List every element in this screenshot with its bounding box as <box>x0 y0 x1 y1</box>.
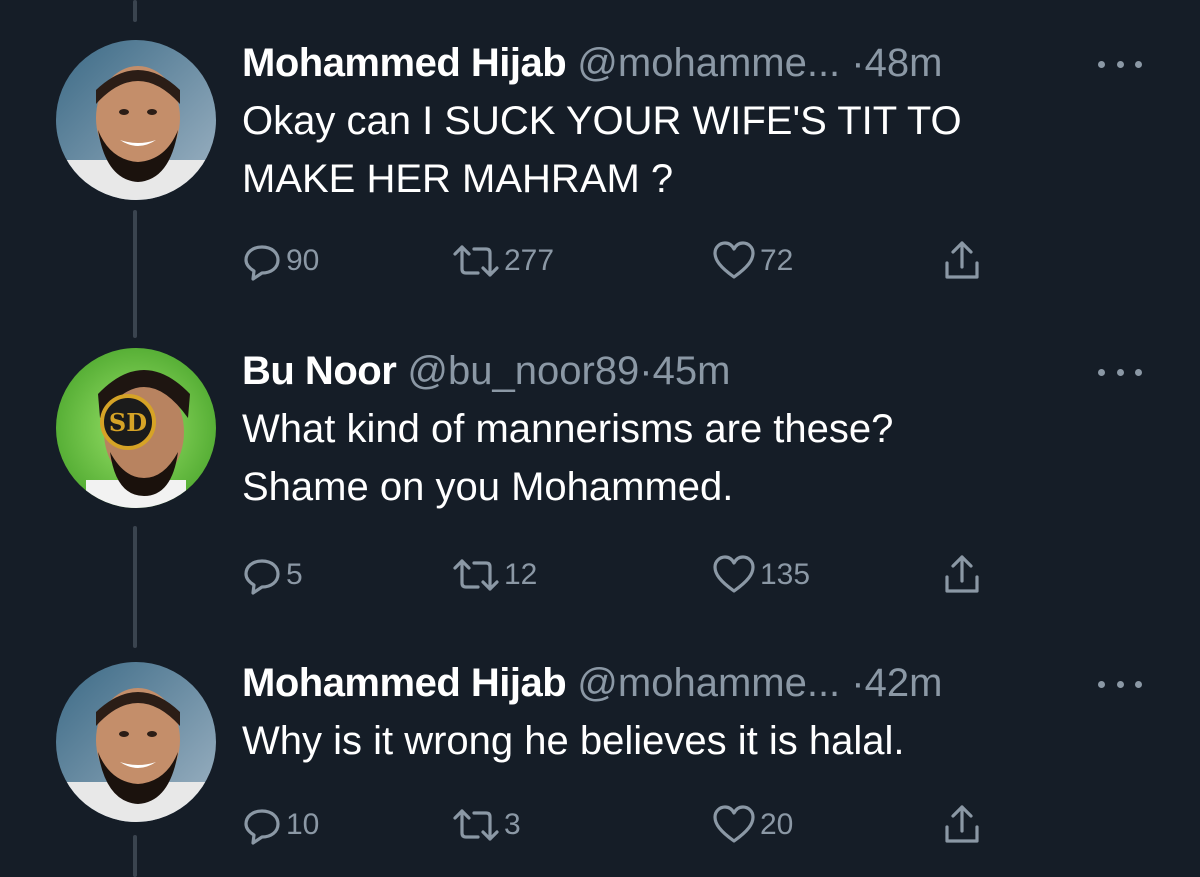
share-icon <box>945 241 979 279</box>
more-options-icon[interactable] <box>1098 54 1142 74</box>
retweet-count: 3 <box>504 808 521 841</box>
tweet-text-line: Okay can I SUCK YOUR WIFE'S TIT TO <box>242 99 962 143</box>
profile-photo-icon <box>56 40 216 200</box>
heart-icon <box>713 555 755 593</box>
separator-dot: · <box>851 41 865 85</box>
author-name[interactable]: Mohammed Hijab <box>242 661 567 705</box>
retweet-button[interactable]: 277 <box>452 236 554 286</box>
profile-photo-icon <box>56 662 216 822</box>
timestamp[interactable]: 45m <box>653 349 731 393</box>
like-button[interactable]: 72 <box>712 236 793 286</box>
retweet-button[interactable]: 12 <box>452 550 537 600</box>
reply-count: 5 <box>286 558 303 591</box>
more-options-icon[interactable] <box>1098 674 1142 694</box>
more-options-icon[interactable] <box>1098 362 1142 382</box>
reply-icon <box>244 559 280 595</box>
tweet-header: Mohammed Hijab @mohamme... ·42m <box>242 660 942 706</box>
reply-button[interactable]: 5 <box>242 550 303 600</box>
like-count: 135 <box>760 558 811 591</box>
author-handle[interactable]: @bu_noor89 <box>407 349 639 393</box>
reply-button[interactable]: 90 <box>242 236 319 286</box>
profile-photo-icon: SD <box>56 348 216 508</box>
thread-line-top <box>133 0 137 22</box>
tweet-text: What kind of mannerisms are these? Shame… <box>242 400 1122 516</box>
tweet-actions: 10 3 20 <box>242 800 1042 850</box>
retweet-icon <box>453 809 499 841</box>
avatar[interactable] <box>56 40 216 200</box>
tweet[interactable]: SD Bu Noor @bu_noor89·45m What kind of m… <box>0 348 1200 608</box>
timestamp[interactable]: 48m <box>865 41 943 85</box>
like-count: 72 <box>760 244 794 277</box>
separator-dot: · <box>851 661 865 705</box>
author-name[interactable]: Bu Noor <box>242 349 397 393</box>
svg-text:SD: SD <box>109 408 147 437</box>
tweet-header: Mohammed Hijab @mohamme... ·48m <box>242 40 942 86</box>
retweet-count: 12 <box>504 558 538 591</box>
separator-dot: · <box>639 349 653 393</box>
reply-count: 90 <box>286 244 320 277</box>
share-icon <box>945 555 979 593</box>
share-button[interactable] <box>942 800 986 850</box>
like-button[interactable]: 20 <box>712 800 793 850</box>
retweet-count: 277 <box>504 244 555 277</box>
tweet-text-line: Shame on you Mohammed. <box>242 465 734 509</box>
like-count: 20 <box>760 808 794 841</box>
tweet-text: Why is it wrong he believes it is halal. <box>242 712 1122 770</box>
share-icon <box>945 805 979 843</box>
heart-icon <box>713 241 755 279</box>
reply-icon <box>244 245 280 281</box>
retweet-button[interactable]: 3 <box>452 800 521 850</box>
avatar[interactable] <box>56 662 216 822</box>
tweet-text: Okay can I SUCK YOUR WIFE'S TIT TO MAKE … <box>242 92 1122 208</box>
share-button[interactable] <box>942 550 986 600</box>
conversation-thread: Mohammed Hijab @mohamme... ·48m Okay can… <box>0 0 1200 877</box>
tweet[interactable]: Mohammed Hijab @mohamme... ·48m Okay can… <box>0 40 1200 300</box>
tweet-text-line: Why is it wrong he believes it is halal. <box>242 719 905 763</box>
like-button[interactable]: 135 <box>712 550 810 600</box>
avatar[interactable]: SD <box>56 348 216 508</box>
heart-icon <box>713 805 755 843</box>
tweet-actions: 5 12 135 <box>242 550 1042 600</box>
author-handle[interactable]: @mohamme... <box>577 661 840 705</box>
tweet-text-line: MAKE HER MAHRAM ? <box>242 157 674 201</box>
tweet-header: Bu Noor @bu_noor89·45m <box>242 348 730 394</box>
reply-icon <box>244 809 280 845</box>
author-handle[interactable]: @mohamme... <box>577 41 840 85</box>
timestamp[interactable]: 42m <box>865 661 943 705</box>
tweet-actions: 90 277 72 <box>242 236 1042 286</box>
reply-count: 10 <box>286 808 320 841</box>
tweet-text-line: What kind of mannerisms are these? <box>242 407 894 451</box>
reply-button[interactable]: 10 <box>242 800 319 850</box>
author-name[interactable]: Mohammed Hijab <box>242 41 567 85</box>
retweet-icon <box>453 559 499 591</box>
tweet[interactable]: Mohammed Hijab @mohamme... ·42m Why is i… <box>0 660 1200 860</box>
retweet-icon <box>453 245 499 277</box>
share-button[interactable] <box>942 236 986 286</box>
